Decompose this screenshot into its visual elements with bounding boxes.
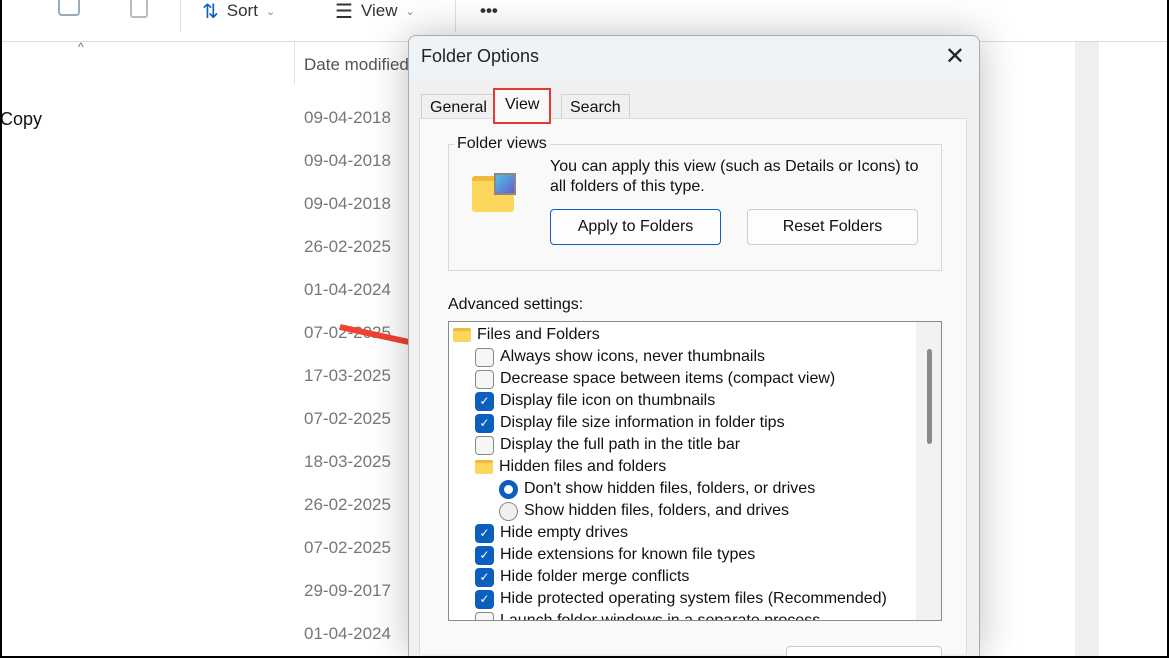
setting-checkbox[interactable]: ✓ Hide protected operating system files (… — [475, 588, 887, 610]
setting-checkbox[interactable]: ✓ Hide extensions for known file types — [475, 544, 755, 566]
chevron-down-icon: ⌄ — [266, 5, 275, 18]
details-pane-divider — [1075, 42, 1099, 656]
tab-view[interactable]: View — [493, 88, 551, 124]
column-header-date-modified[interactable]: Date modified — [304, 55, 409, 75]
reset-folders-button[interactable]: Reset Folders — [747, 209, 918, 245]
checkbox-unchecked-icon[interactable] — [475, 370, 494, 389]
setting-checkbox[interactable]: ✓ Display file size information in folder… — [475, 412, 785, 434]
setting-radio[interactable]: Show hidden files, folders, and drives — [499, 500, 789, 522]
folder-options-dialog: Folder Options ✕ General View Search Fold… — [408, 35, 980, 656]
view-button[interactable]: ☰View⌄ — [335, 0, 415, 22]
checkbox-checked-icon[interactable]: ✓ — [475, 546, 494, 565]
setting-checkbox[interactable]: ✓ Hide empty drives — [475, 522, 628, 544]
advanced-settings-list[interactable]: Files and Folders Always show icons, neve… — [448, 321, 942, 621]
setting-label: Hide folder merge conflicts — [500, 568, 689, 586]
menu-lines-icon: ☰ — [335, 0, 353, 24]
tab-general[interactable]: General — [421, 94, 496, 121]
setting-label: Display file icon on thumbnails — [500, 392, 715, 410]
setting-radio[interactable]: Don't show hidden files, folders, or dri… — [499, 478, 815, 500]
dialog-title-bar: Folder Options ✕ — [409, 36, 979, 78]
file-name[interactable]: Copy — [2, 109, 42, 130]
checkbox-checked-icon[interactable]: ✓ — [475, 590, 494, 609]
setting-label: Hidden files and folders — [499, 458, 666, 476]
setting-label: Don't show hidden files, folders, or dri… — [524, 480, 815, 498]
setting-checkbox[interactable]: Display the full path in the title bar — [475, 434, 740, 456]
radio-unselected-icon[interactable] — [499, 502, 518, 521]
dialog-button[interactable] — [786, 646, 942, 656]
checkbox-unchecked-icon[interactable] — [475, 348, 494, 367]
tab-search[interactable]: Search — [561, 94, 630, 121]
setting-checkbox[interactable]: ✓ Hide folder merge conflicts — [475, 566, 689, 588]
folder-views-description: You can apply this view (such as Details… — [550, 157, 930, 197]
dialog-title: Folder Options — [421, 46, 539, 66]
apply-to-folders-button[interactable]: Apply to Folders — [550, 209, 721, 245]
share-icon[interactable] — [58, 0, 80, 16]
date-modified-cell: 09-04-2018 — [304, 151, 391, 171]
setting-label: Display file size information in folder … — [500, 414, 785, 432]
checkbox-checked-icon[interactable]: ✓ — [475, 392, 494, 411]
setting-label: Hide protected operating system files (R… — [500, 590, 887, 608]
delete-icon[interactable] — [130, 0, 148, 18]
setting-label: Files and Folders — [477, 326, 600, 344]
setting-label: Launch folder windows in a separate proc… — [500, 612, 820, 621]
radio-selected-icon[interactable] — [499, 480, 518, 499]
date-modified-cell: 07-02-2025 — [304, 538, 391, 558]
folder-icon — [475, 460, 493, 474]
settings-group: Files and Folders — [453, 324, 600, 346]
setting-checkbox[interactable]: Decrease space between items (compact vi… — [475, 368, 835, 390]
setting-label: Show hidden files, folders, and drives — [524, 502, 789, 520]
date-modified-cell: 26-02-2025 — [304, 237, 391, 257]
date-modified-cell: 09-04-2018 — [304, 108, 391, 128]
checkbox-checked-icon[interactable]: ✓ — [475, 524, 494, 543]
setting-label: Always show icons, never thumbnails — [500, 348, 765, 366]
folder-icon — [453, 328, 471, 342]
checkbox-checked-icon[interactable]: ✓ — [475, 414, 494, 433]
sort-icon: ⇅ — [202, 0, 219, 24]
date-modified-cell: 26-02-2025 — [304, 495, 391, 515]
setting-label: Decrease space between items (compact vi… — [500, 370, 835, 388]
setting-label: Display the full path in the title bar — [500, 436, 740, 454]
close-icon[interactable]: ✕ — [945, 42, 965, 71]
setting-checkbox[interactable]: ✓ Display file icon on thumbnails — [475, 390, 715, 412]
sort-button[interactable]: ⇅Sort⌄ — [202, 0, 275, 22]
date-modified-cell: 09-04-2018 — [304, 194, 391, 214]
checkbox-unchecked-icon[interactable] — [475, 612, 494, 622]
more-options-button[interactable]: ••• — [480, 0, 498, 22]
date-modified-cell: 29-09-2017 — [304, 581, 391, 601]
checkbox-unchecked-icon[interactable] — [475, 436, 494, 455]
sort-ascending-icon: ^ — [78, 40, 84, 54]
grid-icon — [494, 173, 516, 195]
chevron-down-icon: ⌄ — [405, 5, 414, 18]
advanced-settings-label: Advanced settings: — [448, 296, 583, 314]
setting-checkbox[interactable]: Launch folder windows in a separate proc… — [475, 610, 820, 621]
date-modified-cell: 18-03-2025 — [304, 452, 391, 472]
setting-label: Hide empty drives — [500, 524, 628, 542]
setting-label: Hide extensions for known file types — [500, 546, 755, 564]
date-modified-cell: 01-04-2024 — [304, 624, 391, 644]
file-explorer-window: ⇅Sort⌄ ☰View⌄ ••• ^ Date modified Copy 0… — [2, 0, 1167, 656]
view-tab-panel: Folder views You can apply this view (su… — [419, 118, 967, 654]
settings-group: Hidden files and folders — [475, 456, 666, 478]
setting-checkbox[interactable]: Always show icons, never thumbnails — [475, 346, 765, 368]
folder-views-label: Folder views — [454, 135, 550, 153]
checkbox-checked-icon[interactable]: ✓ — [475, 568, 494, 587]
scrollbar-thumb[interactable] — [927, 349, 932, 444]
date-modified-cell: 01-04-2024 — [304, 280, 391, 300]
date-modified-cell: 07-02-2025 — [304, 409, 391, 429]
